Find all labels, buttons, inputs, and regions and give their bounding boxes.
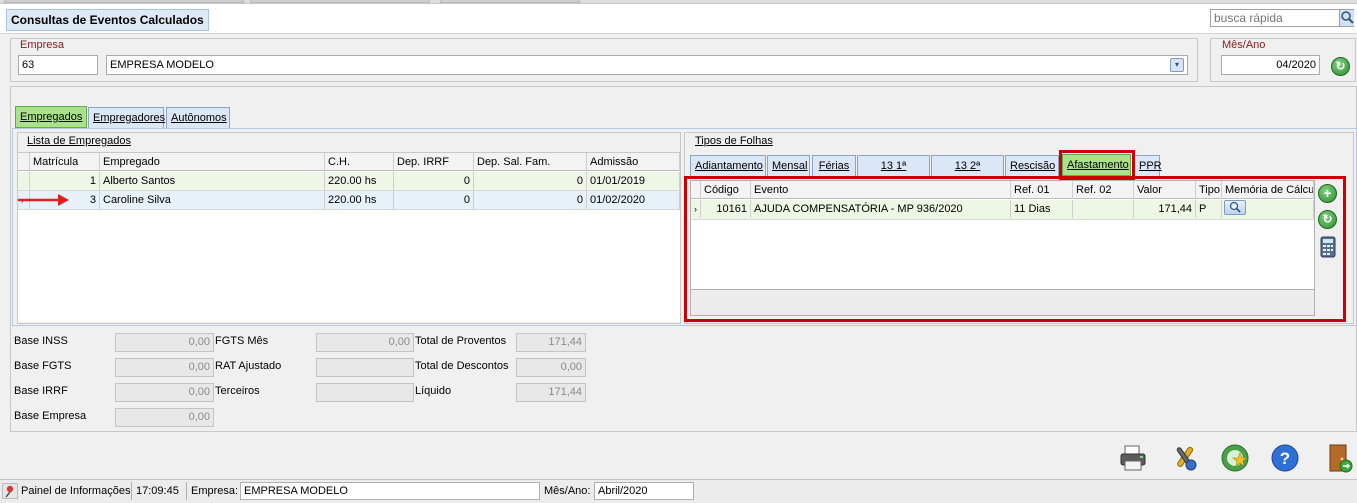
base-irrf-label: Base IRRF [14, 385, 68, 397]
tab-13-2-parcela[interactable]: 13 2ª Parcela [931, 155, 1004, 192]
lista-empregados-title: Lista de Empregados [27, 135, 131, 147]
total-descontos-value: 0,00 [516, 358, 586, 377]
base-empresa-value: 0,00 [115, 408, 214, 427]
terceiros-value [316, 383, 414, 402]
tab-13-1-parcela[interactable]: 13 1ª Parcela [857, 155, 930, 192]
empresa-name: EMPRESA MODELO [110, 59, 214, 71]
table-row[interactable]: › 3 Caroline Silva 220.00 hs 0 0 01/02/2… [18, 191, 680, 210]
grid-header: Matrícula Empregado C.H. Dep. IRRF Dep. … [18, 153, 680, 171]
base-fgts-label: Base FGTS [14, 360, 72, 372]
painel-informacoes-label[interactable]: Painel de Informações [21, 484, 130, 498]
window-tab[interactable] [250, 0, 430, 3]
title-bar: Consultas de Eventos Calculados [0, 4, 1357, 34]
mes-ano-label: Mês/Ano [1222, 39, 1266, 51]
refresh-icon[interactable]: ↻ [1331, 57, 1350, 76]
lista-empregados-group: Lista de Empregados Matrícula Empregado … [17, 132, 681, 324]
total-proventos-label: Total de Proventos [415, 335, 507, 347]
base-inss-value: 0,00 [115, 333, 214, 352]
tab-ppr[interactable]: PPR [1134, 155, 1162, 177]
tab-rescisao[interactable]: Rescisão [1005, 155, 1059, 177]
fgts-mes-label: FGTS Mês [215, 335, 269, 347]
help-icon[interactable]: ? [1270, 443, 1300, 473]
col-dep-irrf[interactable]: Dep. IRRF [394, 153, 474, 171]
page-title: Consultas de Eventos Calculados [6, 9, 209, 31]
search-icon [1341, 11, 1354, 24]
fgts-mes-value: 0,00 [316, 333, 414, 352]
tab-empregadores[interactable]: Empregadores [88, 107, 165, 129]
tipos-folhas-title: Tipos de Folhas [695, 135, 773, 147]
status-mes-value: Abril/2020 [594, 482, 694, 500]
col-ch[interactable]: C.H. [325, 153, 394, 171]
search-button[interactable] [1339, 10, 1354, 26]
favorite-star-icon[interactable] [1220, 443, 1250, 473]
exit-door-icon[interactable] [1324, 443, 1354, 473]
empregados-grid[interactable]: Matrícula Empregado C.H. Dep. IRRF Dep. … [18, 152, 680, 322]
tab-mensal[interactable]: Mensal [767, 155, 810, 177]
status-empresa-label: Empresa: [191, 485, 239, 497]
tab-autonomos[interactable]: Autônomos [166, 107, 230, 129]
tab-ferias[interactable]: Férias [812, 155, 856, 177]
window-tab[interactable] [4, 0, 244, 3]
empresa-group: Empresa 63 EMPRESA MODELO ▾ [10, 38, 1198, 82]
highlight-box [684, 176, 1346, 322]
total-descontos-label: Total de Descontos [415, 360, 509, 372]
chevron-down-icon[interactable]: ▾ [1170, 58, 1184, 72]
arrow-annotation-icon [18, 194, 69, 206]
base-empresa-label: Base Empresa [14, 410, 87, 422]
status-bar: Painel de Informações 17:09:45 Empresa: … [0, 479, 1357, 503]
tab-adiantamento[interactable]: Adiantamento [690, 155, 766, 177]
table-row[interactable]: 1 Alberto Santos 220.00 hs 0 0 01/01/201… [18, 172, 680, 191]
base-fgts-value: 0,00 [115, 358, 214, 377]
col-admissao[interactable]: Admissão [587, 153, 680, 171]
tab-empregados[interactable]: Empregados [15, 106, 87, 128]
col-dep-sal-fam[interactable]: Dep. Sal. Fam. [474, 153, 587, 171]
base-irrf-value: 0,00 [115, 383, 214, 402]
printer-icon[interactable] [1118, 443, 1148, 473]
col-matricula[interactable]: Matrícula [30, 153, 100, 171]
liquido-value: 171,44 [516, 383, 586, 402]
search-input[interactable] [1210, 9, 1354, 27]
pin-icon[interactable] [2, 483, 18, 499]
liquido-label: Líquido [415, 385, 452, 397]
total-proventos-value: 171,44 [516, 333, 586, 352]
svg-text:?: ? [1280, 449, 1290, 468]
empresa-select[interactable]: EMPRESA MODELO ▾ [106, 55, 1188, 75]
terceiros-label: Terceiros [215, 385, 260, 397]
mes-ano-field[interactable]: 04/2020 [1221, 55, 1320, 75]
tools-icon[interactable] [1170, 443, 1200, 473]
window-tab[interactable] [440, 0, 580, 3]
rat-ajustado-value [316, 358, 414, 377]
status-empresa-value: EMPRESA MODELO [240, 482, 540, 500]
empresa-label: Empresa [20, 39, 65, 51]
col-empregado[interactable]: Empregado [100, 153, 325, 171]
base-inss-label: Base INSS [14, 335, 68, 347]
mes-ano-group: Mês/Ano 04/2020 ↻ [1210, 38, 1356, 82]
status-mes-label: Mês/Ano: [544, 485, 591, 497]
empresa-code-field[interactable]: 63 [18, 55, 98, 75]
rat-ajustado-label: RAT Ajustado [215, 360, 282, 372]
status-time: 17:09:45 [136, 485, 179, 497]
